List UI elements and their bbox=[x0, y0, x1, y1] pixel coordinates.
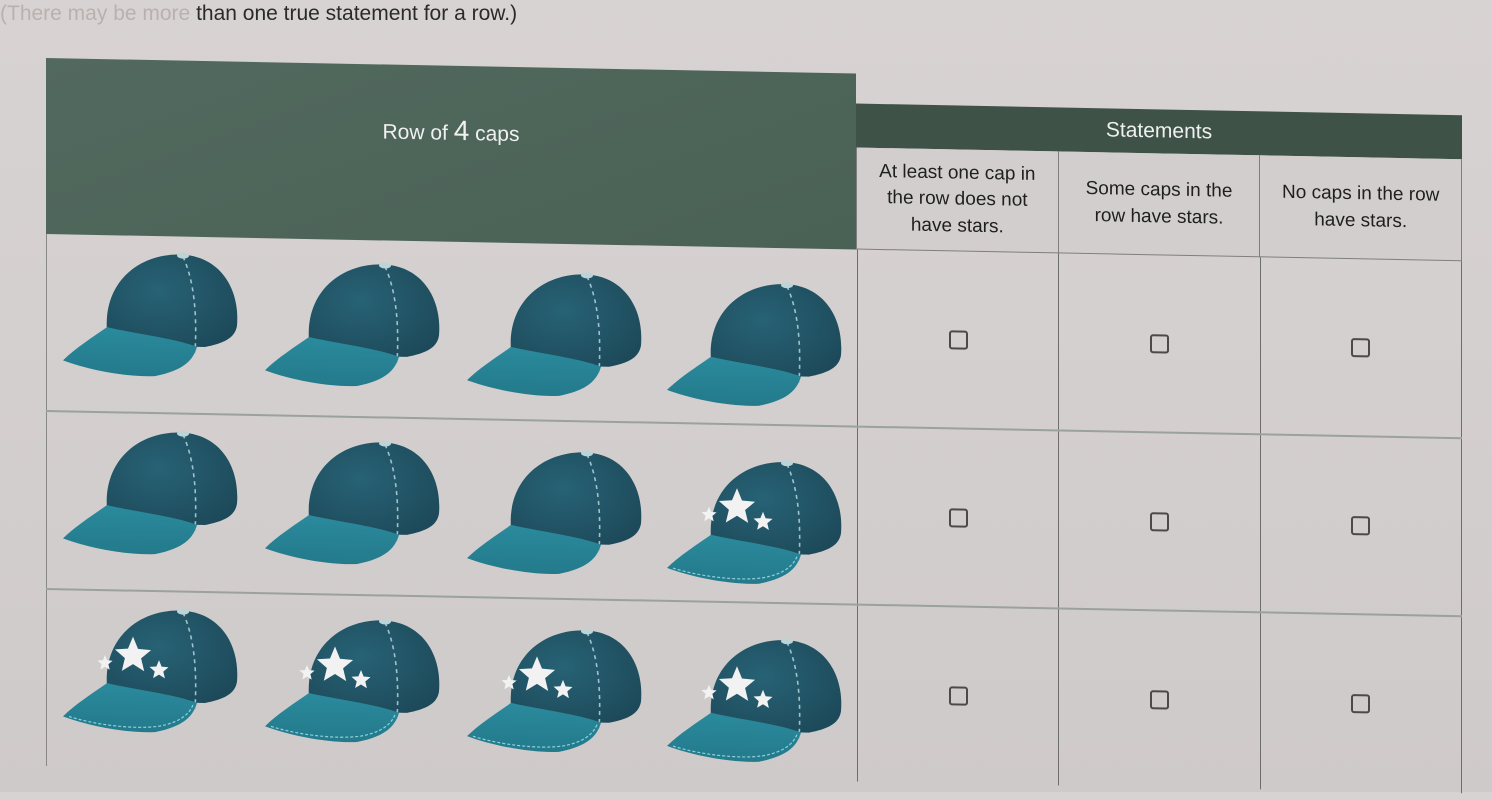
statements-header: Statements At least one cap in the row d… bbox=[856, 74, 1463, 262]
cell-statement-2 bbox=[1259, 257, 1462, 438]
cell-statement-0 bbox=[857, 249, 1059, 430]
row-header: Row of 4 caps bbox=[46, 58, 856, 250]
cap-stars-icon bbox=[459, 616, 649, 770]
table-row-1 bbox=[46, 412, 1462, 618]
checkbox-row2-stmt0[interactable] bbox=[948, 685, 968, 706]
cap-stars-icon bbox=[659, 448, 849, 602]
cap-plain-icon bbox=[257, 428, 447, 582]
cap-plain-icon bbox=[459, 438, 649, 592]
cell-statement-1 bbox=[1058, 431, 1260, 612]
cap-plain-icon bbox=[257, 250, 447, 404]
table-row-0 bbox=[46, 234, 1462, 440]
checkbox-row0-stmt0[interactable] bbox=[948, 329, 968, 350]
cap-plain-icon bbox=[459, 260, 649, 414]
caps-cell bbox=[46, 412, 857, 604]
checkbox-row2-stmt2[interactable] bbox=[1351, 693, 1371, 713]
cap-plain-icon bbox=[55, 418, 245, 572]
caps-cell bbox=[46, 234, 857, 426]
cell-statement-1 bbox=[1058, 253, 1260, 434]
checkbox-row1-stmt0[interactable] bbox=[948, 507, 968, 528]
cell-statement-1 bbox=[1058, 609, 1260, 790]
caps-cell bbox=[46, 590, 857, 782]
caps-statements-table: Row of 4 caps Statements At least one ca… bbox=[46, 58, 1466, 799]
cell-statement-0 bbox=[857, 605, 1059, 786]
statement-col-2: No caps in the row have stars. bbox=[1259, 155, 1463, 262]
checkbox-row0-stmt1[interactable] bbox=[1149, 333, 1169, 354]
checkbox-row1-stmt1[interactable] bbox=[1149, 511, 1169, 532]
cap-stars-icon bbox=[659, 626, 849, 780]
row-header-number: 4 bbox=[453, 114, 470, 147]
cap-stars-icon bbox=[55, 596, 245, 750]
instruction-text: (There may be more than one true stateme… bbox=[0, 2, 800, 26]
cell-statement-0 bbox=[857, 427, 1059, 608]
checkbox-row1-stmt2[interactable] bbox=[1351, 515, 1371, 535]
table-row-2 bbox=[46, 590, 1462, 794]
instruction-main: than one true statement for a row.) bbox=[196, 2, 518, 25]
checkbox-row2-stmt1[interactable] bbox=[1149, 689, 1169, 710]
cap-plain-icon bbox=[55, 240, 245, 394]
statement-col-1: Some caps in the row have stars. bbox=[1057, 151, 1260, 258]
row-header-title: Row of 4 caps bbox=[383, 113, 520, 194]
row-header-prefix: Row of bbox=[382, 120, 454, 145]
statement-col-0: At least one cap in the row does not hav… bbox=[856, 147, 1058, 254]
row-header-suffix: caps bbox=[469, 122, 520, 147]
cell-statement-2 bbox=[1259, 435, 1462, 616]
cap-stars-icon bbox=[257, 606, 447, 760]
instruction-faded: (There may be more bbox=[0, 2, 197, 25]
cell-statement-2 bbox=[1259, 613, 1462, 794]
cap-plain-icon bbox=[659, 270, 849, 424]
checkbox-row0-stmt2[interactable] bbox=[1351, 337, 1371, 357]
